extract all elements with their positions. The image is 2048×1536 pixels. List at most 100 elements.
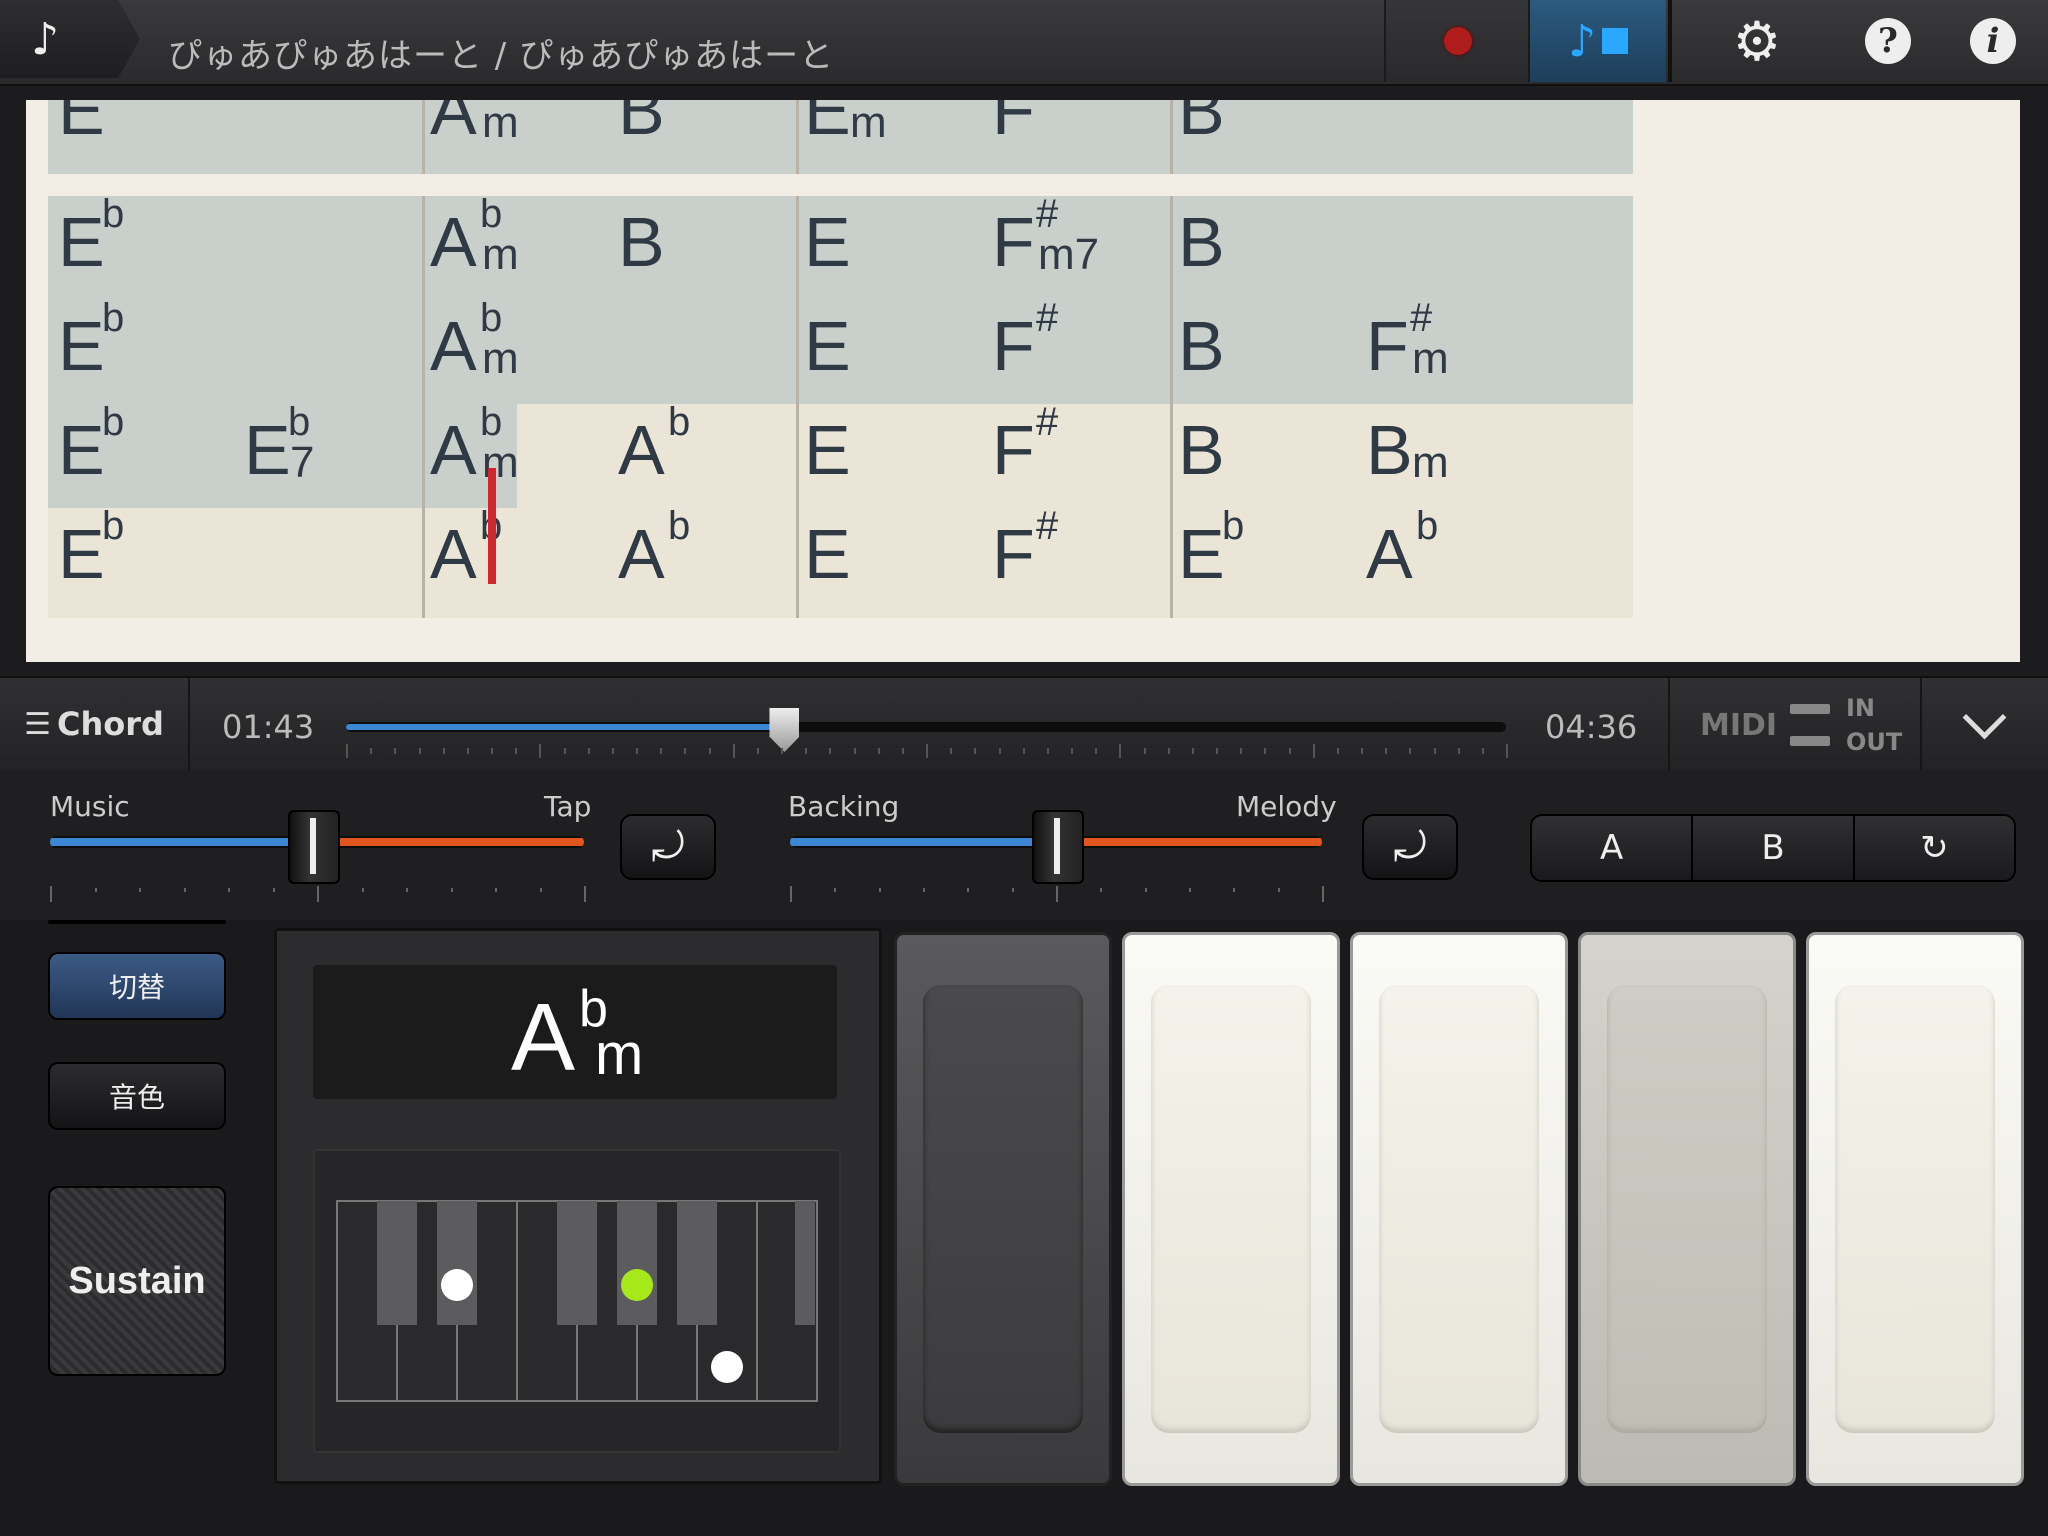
black-key (795, 1201, 815, 1325)
chord-quality: m (1412, 438, 1449, 487)
chord-symbol: Eb (58, 192, 124, 282)
chord-root: F (992, 203, 1035, 281)
chord-row[interactable]: EbAbAbEF#EbAb (48, 504, 2004, 618)
play-panel: 切替 音色 Sustain A b m (0, 920, 2048, 1536)
midi-status[interactable]: MIDI IN OUT (1668, 678, 1922, 770)
measure-cell[interactable] (422, 404, 799, 514)
chord-symbol: Abm (430, 192, 519, 282)
chord-pad-3[interactable] (1350, 932, 1568, 1486)
seek-tick (1167, 748, 1170, 754)
seek-thumb[interactable] (769, 708, 800, 752)
measure-cell[interactable] (796, 508, 1173, 618)
chord-root: F (992, 411, 1035, 489)
chord-root: B (618, 203, 665, 281)
seek-tick (1191, 748, 1194, 754)
black-key (377, 1201, 417, 1325)
chord-pad-2[interactable] (1122, 932, 1340, 1486)
measure-cell[interactable] (1170, 196, 1633, 306)
measure-cell[interactable] (422, 100, 799, 174)
measure-cell[interactable] (796, 404, 1173, 514)
chord-sheet[interactable]: EbAbmBEmF#BEbAbmBEF#m7BEbAbmEF#BF#mEbEb7… (26, 100, 2020, 662)
chord-symbol: F# (992, 100, 1058, 150)
chord-root: E (58, 411, 105, 489)
seek-tick (1264, 748, 1267, 754)
midi-in-label: IN (1846, 694, 1876, 722)
chord-root: A (430, 515, 477, 593)
mixer-tick (834, 888, 837, 892)
measure-cell[interactable] (422, 300, 799, 410)
seek-tick (1433, 748, 1436, 754)
chord-display: A b m (274, 928, 882, 1484)
chord-symbol: Abm (430, 400, 519, 490)
chord-accidental: # (1036, 100, 1058, 105)
chord-row[interactable]: EbAbmBEmF#B (48, 100, 2004, 174)
chord-symbol: Abm (430, 296, 519, 386)
record-button[interactable] (1384, 0, 1530, 82)
mixer-tick (1100, 888, 1103, 892)
seek-tick (805, 748, 808, 754)
backing-melody-reset-button[interactable]: ⤾ (1362, 814, 1458, 880)
chord-root: F (992, 307, 1035, 385)
mixer-tick (317, 886, 319, 902)
measure-cell[interactable] (796, 300, 1173, 410)
chord-root: F (992, 100, 1035, 149)
chord-row[interactable]: Eb Eb 7 Ab m Ab E F # B Bm (48, 400, 2004, 514)
chord-quality: m (482, 100, 519, 147)
return-arrow-icon: ⤾ (1393, 824, 1427, 870)
help-button[interactable]: ? (1838, 0, 1938, 82)
mini-keyboard (336, 1200, 818, 1402)
settings-button[interactable]: ⚙ (1668, 0, 1842, 82)
chord-pad-5[interactable] (1806, 932, 2024, 1486)
measure-cell[interactable] (422, 196, 799, 306)
mixer-tick (450, 888, 453, 892)
chord-accidental: b (102, 100, 124, 105)
music-tap-reset-button[interactable]: ⤾ (620, 814, 716, 880)
chord-root: E (804, 203, 851, 281)
mixer-tick (406, 888, 408, 892)
current-time: 01:43 (222, 708, 315, 746)
seek-tick (611, 748, 614, 754)
chord-accidental: b (102, 192, 125, 236)
measure-cell[interactable] (796, 196, 1173, 306)
chord-pad-4[interactable] (1578, 932, 1796, 1486)
seek-tick (515, 748, 518, 754)
chord-row[interactable]: Eb Ab m B E F # m7 B (48, 192, 2004, 306)
a-point-button[interactable]: A (1532, 816, 1694, 880)
placeholder (48, 920, 226, 924)
seek-tick (1312, 744, 1315, 758)
seek-tick (1361, 748, 1363, 754)
measure-cell[interactable] (422, 508, 799, 618)
song-select-button[interactable]: ♪ (0, 0, 140, 78)
backing-melody-thumb[interactable] (1032, 810, 1084, 884)
seek-bar[interactable] (346, 722, 1506, 732)
b-point-button[interactable]: B (1693, 816, 1855, 880)
chord-pad-1[interactable] (894, 932, 1112, 1486)
chord-root: B (1178, 100, 1225, 149)
seek-tick (1022, 748, 1025, 754)
chord-root: E (58, 515, 105, 593)
song-title: ぴゅあぴゅあはーと / ぴゅあぴゅあはーと (168, 36, 835, 76)
chord-mode-button[interactable]: ☰ Chord (0, 678, 190, 770)
chord-symbol: Ab (430, 504, 502, 594)
seek-tick (1095, 748, 1098, 754)
play-stop-button[interactable]: ♪ (1528, 0, 1666, 82)
chord-symbol: Abm (430, 100, 519, 150)
tap-label: Tap (544, 790, 592, 823)
sustain-button[interactable]: Sustain (48, 1186, 226, 1376)
tone-button[interactable]: 音色 (48, 1062, 226, 1130)
mixer-tick (878, 888, 881, 892)
chord-root: F (1366, 307, 1409, 385)
chord-row[interactable]: Eb Ab m E F # B F # m (48, 296, 2004, 410)
chord-accidental: # (1036, 296, 1059, 340)
mixer-tick (923, 888, 925, 892)
collapse-button[interactable] (1920, 678, 2048, 770)
mini-keyboard-box (313, 1149, 841, 1453)
music-tap-thumb[interactable] (287, 810, 340, 884)
chord-symbol: E (804, 514, 851, 594)
switch-button[interactable]: 切替 (48, 952, 226, 1020)
ab-repeat-button[interactable]: ↻ (1854, 816, 2014, 880)
measure-cell[interactable] (1170, 100, 1633, 174)
info-button[interactable]: i (1938, 0, 2048, 82)
chord-symbol: B (618, 100, 665, 150)
chord-symbol: Bm (1366, 410, 1449, 490)
